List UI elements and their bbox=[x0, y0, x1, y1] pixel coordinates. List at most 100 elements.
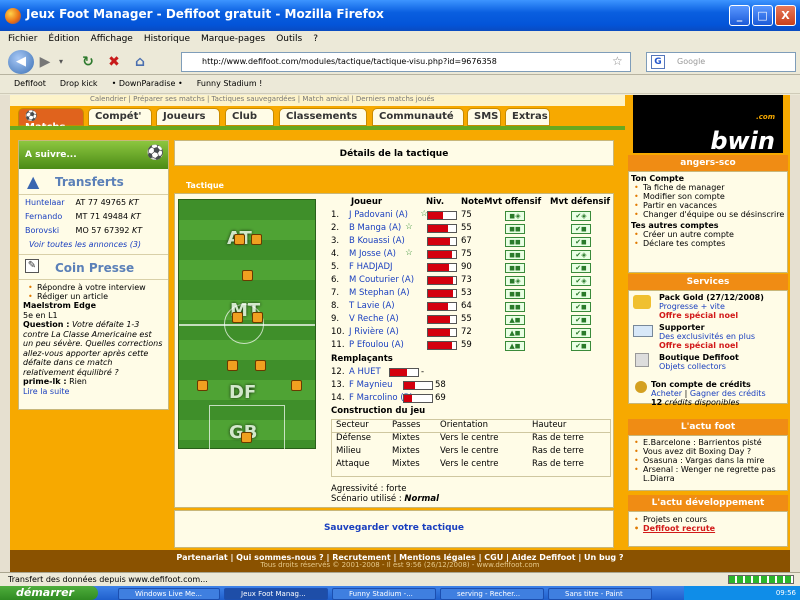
menu-outils[interactable]: Outils bbox=[276, 34, 302, 44]
transfer-player[interactable]: Huntelaar bbox=[25, 198, 73, 207]
modifier-compte-link[interactable]: Modifier son compte bbox=[629, 192, 787, 201]
transfer-row[interactable]: Borovski MO 57 67392 KT bbox=[19, 226, 168, 240]
mvt-defensif-icon[interactable]: ✔◼ bbox=[571, 263, 591, 273]
tab-classements[interactable]: Classements bbox=[279, 108, 367, 126]
player-row[interactable]: 6. M Couturier (A) 73 ◼◈ ✔◈ bbox=[331, 275, 613, 288]
player-row[interactable]: 3. B Kouassi (A) 67 ◼◼ ✔◼ bbox=[331, 236, 613, 249]
menu-historique[interactable]: Historique bbox=[144, 34, 190, 44]
minimize-button[interactable]: _ bbox=[729, 5, 750, 26]
player-row[interactable]: 8. T Lavie (A) 64 ◼◼ ✔◼ bbox=[331, 301, 613, 314]
tab-competition[interactable]: Compét' bbox=[88, 108, 152, 126]
fiche-manager-link[interactable]: Ta fiche de manager bbox=[629, 183, 787, 192]
menu-help[interactable]: ? bbox=[313, 34, 318, 44]
sub-menu-strip[interactable]: Calendrier | Préparer ses matchs | Tacti… bbox=[10, 95, 625, 106]
news-item[interactable]: Osasuna : Vargas dans la mire bbox=[629, 456, 787, 465]
player-shirt-icon[interactable] bbox=[252, 312, 263, 323]
mvt-offensif-icon[interactable]: ◼◼ bbox=[505, 224, 525, 234]
mvt-offensif-icon[interactable]: ◼◈ bbox=[505, 276, 525, 286]
player-shirt-icon[interactable] bbox=[227, 360, 238, 371]
mvt-defensif-icon[interactable]: ✔◼ bbox=[571, 315, 591, 325]
bookmark-star-icon[interactable]: ☆ bbox=[612, 54, 623, 68]
news-item[interactable]: Vous avez dit Boxing Day ? bbox=[629, 447, 787, 456]
all-ads-link[interactable]: Voir toutes les annonces (3) bbox=[19, 240, 168, 254]
task-serving[interactable]: serving - Recher... bbox=[440, 588, 544, 600]
stop-icon[interactable]: ✖ bbox=[104, 52, 124, 72]
transfer-row[interactable]: Fernando MT 71 49484 KT bbox=[19, 212, 168, 226]
supporter-link[interactable]: Supporter bbox=[659, 323, 705, 332]
player-row[interactable]: 11. P Efoulou (A) 59 ▲◼ ✔◼ bbox=[331, 340, 613, 353]
bwin-ad[interactable]: .com bwin bbox=[633, 95, 783, 155]
address-bar[interactable]: http://www.defifoot.com/modules/tactique… bbox=[181, 52, 631, 72]
home-icon[interactable]: ⌂ bbox=[130, 52, 150, 72]
player-shirt-icon[interactable] bbox=[232, 312, 243, 323]
read-more-link[interactable]: Lire la suite bbox=[23, 387, 164, 397]
back-arrow-icon[interactable]: ◀ bbox=[8, 50, 34, 74]
player-name[interactable]: J Rivière (A) bbox=[349, 327, 399, 337]
sub-name[interactable]: A HUET bbox=[349, 367, 381, 377]
mvt-offensif-icon[interactable]: ▲◼ bbox=[505, 315, 525, 325]
mvt-offensif-icon[interactable]: ◼◼ bbox=[505, 302, 525, 312]
offre-noel-2[interactable]: Offre spécial noel bbox=[659, 341, 738, 350]
reload-icon[interactable]: ↻ bbox=[78, 52, 98, 72]
mvt-offensif-icon[interactable]: ◼◼ bbox=[505, 263, 525, 273]
mvt-offensif-icon[interactable]: ◼◈ bbox=[505, 211, 525, 221]
player-row[interactable]: 2. B Manga (A) ☆ 55 ◼◼ ✔◼ bbox=[331, 222, 613, 236]
sub-row[interactable]: 14. F Marcolino (B) 69 bbox=[331, 393, 613, 406]
creer-compte-link[interactable]: Créer un autre compte bbox=[629, 230, 787, 239]
mvt-defensif-icon[interactable]: ✔◼ bbox=[571, 289, 591, 299]
mvt-offensif-icon[interactable]: ◼◼ bbox=[505, 289, 525, 299]
task-jeux-foot[interactable]: Jeux Foot Manag... bbox=[224, 588, 328, 600]
player-row[interactable]: 5. F HADJADJ 90 ◼◼ ✔◼ bbox=[331, 262, 613, 275]
player-name[interactable]: F HADJADJ bbox=[349, 262, 393, 272]
mvt-defensif-icon[interactable]: ✔◼ bbox=[571, 237, 591, 247]
tab-joueurs[interactable]: Joueurs bbox=[156, 108, 220, 126]
tab-matchs[interactable]: ⚽ Matchs bbox=[18, 108, 84, 133]
news-item[interactable]: E.Barcelone : Barrientos pisté bbox=[629, 438, 787, 447]
forward-arrow-icon[interactable]: ▶ bbox=[38, 52, 52, 72]
menu-edition[interactable]: Édition bbox=[48, 34, 79, 44]
task-paint[interactable]: Sans titre - Paint bbox=[548, 588, 652, 600]
save-tactic-link[interactable]: Sauvegarder votre tactique bbox=[324, 523, 464, 533]
player-name[interactable]: V Reche (A) bbox=[349, 314, 399, 324]
menu-fichier[interactable]: Fichier bbox=[8, 34, 37, 44]
sub-row[interactable]: 12. A HUET - bbox=[331, 367, 613, 380]
boutique-link[interactable]: Boutique Defifoot bbox=[659, 353, 739, 362]
mvt-offensif-icon[interactable]: ◼◼ bbox=[505, 237, 525, 247]
player-name[interactable]: B Manga (A) bbox=[349, 223, 401, 233]
mvt-offensif-icon[interactable]: ▲◼ bbox=[505, 341, 525, 351]
acheter-link[interactable]: Acheter bbox=[651, 389, 682, 398]
mvt-offensif-icon[interactable]: ◼◼ bbox=[505, 250, 525, 260]
player-name[interactable]: B Kouassi (A) bbox=[349, 236, 405, 246]
transfer-player[interactable]: Fernando bbox=[25, 212, 73, 221]
bookmark-downparadise[interactable]: • DownParadise • bbox=[112, 79, 183, 88]
bookmark-funny-stadium[interactable]: Funny Stadium ! bbox=[197, 79, 263, 88]
player-row[interactable]: 10. J Rivière (A) 72 ▲◼ ✔◼ bbox=[331, 327, 613, 340]
google-icon[interactable]: G bbox=[651, 55, 665, 69]
menu-marque-pages[interactable]: Marque-pages bbox=[201, 34, 265, 44]
search-input[interactable]: Google bbox=[646, 52, 796, 72]
mvt-defensif-icon[interactable]: ✔◈ bbox=[571, 276, 591, 286]
tactique-tab[interactable]: Tactique bbox=[174, 179, 236, 193]
changer-equipe-link[interactable]: Changer d'équipe ou se désinscrire bbox=[629, 210, 787, 219]
mvt-defensif-icon[interactable]: ✔◼ bbox=[571, 328, 591, 338]
player-name[interactable]: M Stephan (A) bbox=[349, 288, 410, 298]
player-shirt-icon[interactable] bbox=[251, 234, 262, 245]
task-funny-stadium[interactable]: Funny Stadium -... bbox=[332, 588, 436, 600]
gagner-link[interactable]: Gagner des crédits bbox=[690, 389, 766, 398]
mvt-defensif-icon[interactable]: ✔◈ bbox=[571, 250, 591, 260]
bookmark-drop-kick[interactable]: Drop kick bbox=[60, 79, 98, 88]
player-shirt-icon[interactable] bbox=[242, 270, 253, 281]
news-item[interactable]: Arsenal : Wenger ne regrette pas L.Diarr… bbox=[629, 465, 787, 483]
declarer-comptes-link[interactable]: Déclare tes comptes bbox=[629, 239, 787, 248]
mvt-defensif-icon[interactable]: ✔◈ bbox=[571, 211, 591, 221]
mvt-offensif-icon[interactable]: ▲◼ bbox=[505, 328, 525, 338]
player-shirt-icon[interactable] bbox=[241, 432, 252, 443]
tab-sms[interactable]: SMS bbox=[467, 108, 501, 126]
menu-affichage[interactable]: Affichage bbox=[91, 34, 133, 44]
vacances-link[interactable]: Partir en vacances bbox=[629, 201, 787, 210]
bookmark-defifoot[interactable]: Defifoot bbox=[14, 79, 46, 88]
player-row[interactable]: 7. M Stephan (A) 53 ◼◼ ✔◼ bbox=[331, 288, 613, 301]
projets-link[interactable]: Projets en cours bbox=[629, 515, 787, 524]
tab-club[interactable]: Club bbox=[225, 108, 274, 126]
player-row[interactable]: 9. V Reche (A) 55 ▲◼ ✔◼ bbox=[331, 314, 613, 327]
